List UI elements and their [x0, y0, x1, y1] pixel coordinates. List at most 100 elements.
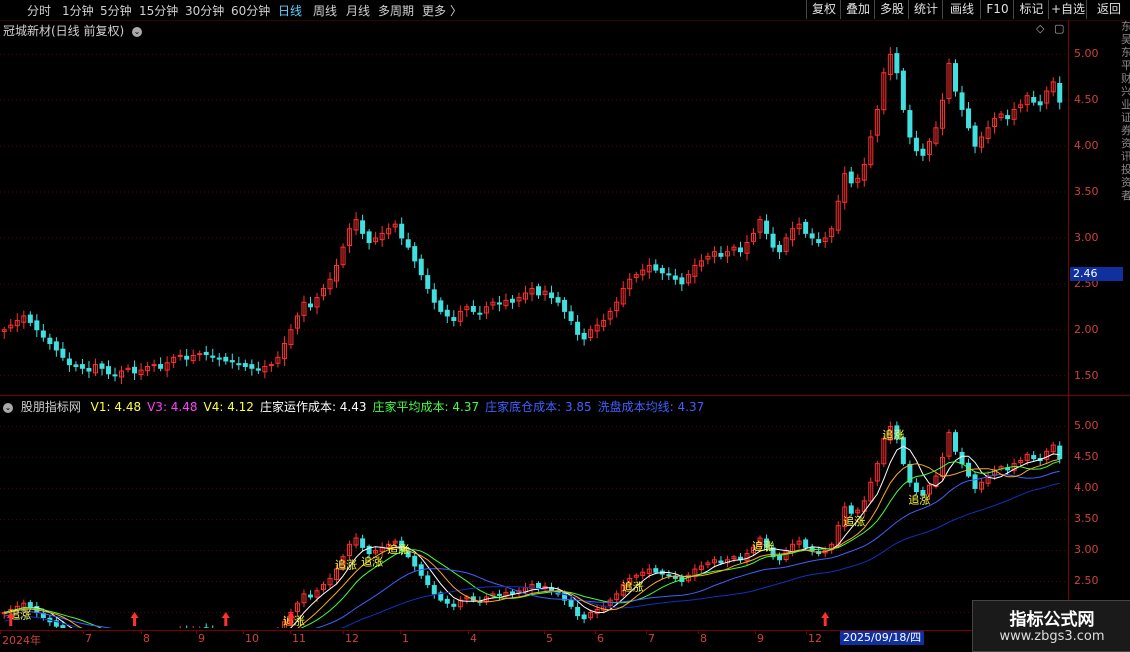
candle: [419, 254, 423, 280]
collapse-icon[interactable]: ⌄: [3, 403, 13, 413]
candle: [947, 59, 951, 104]
chevron-down-icon[interactable]: ⌄: [132, 27, 142, 37]
candle: [1045, 448, 1049, 463]
toolbar-button-5[interactable]: F10: [980, 0, 1014, 19]
period-tab-9[interactable]: 多周期: [378, 2, 414, 19]
period-tab-7[interactable]: 周线: [313, 2, 337, 19]
candle: [185, 625, 189, 628]
cursor-date-label: 2025/09/18/四: [840, 631, 924, 645]
candle: [87, 361, 91, 378]
candle: [172, 354, 176, 368]
diamond-icon[interactable]: ◇: [1036, 22, 1044, 35]
main-y-tick: 4.50: [1074, 93, 1099, 106]
candle: [673, 571, 677, 582]
watermark-title: 指标公式网: [973, 605, 1130, 630]
indicator-name[interactable]: 股朋指标网: [21, 400, 81, 414]
indicator-y-tick: 4.50: [1074, 450, 1099, 463]
period-tab-6[interactable]: 日线: [278, 2, 302, 19]
period-tab-2[interactable]: 5分钟: [100, 2, 132, 19]
period-tab-3[interactable]: 15分钟: [139, 2, 178, 19]
candle: [576, 603, 580, 620]
toolbar-button-2[interactable]: 多股: [874, 0, 909, 19]
candle: [797, 537, 801, 549]
candle: [550, 286, 554, 304]
date-tick-mark: [290, 630, 291, 634]
candle: [413, 242, 417, 268]
candle: [191, 626, 195, 628]
candle: [67, 352, 71, 372]
date-tick: 8: [143, 632, 150, 645]
period-tab-8[interactable]: 月线: [346, 2, 370, 19]
candle: [882, 68, 886, 115]
buy-signal-label: 追涨: [882, 427, 904, 441]
candle: [100, 361, 104, 376]
period-tab-5[interactable]: 60分钟: [231, 2, 270, 19]
main-y-tick: 2.00: [1074, 323, 1099, 336]
candle: [595, 318, 599, 338]
candlestick-chart[interactable]: [0, 36, 1068, 394]
side-strip-char: 兴: [1121, 85, 1130, 98]
buy-signal-label: 追涨: [335, 558, 357, 572]
legend-value-5: 庄家底仓成本: 3.85: [485, 400, 592, 414]
candle: [765, 214, 769, 239]
candle: [738, 553, 742, 563]
buy-signal-label: 追涨: [283, 613, 305, 627]
indicator-y-tick: 5.00: [1074, 419, 1099, 432]
side-info-strip[interactable]: 东吴东平财兴业证券资讯投资者: [1121, 20, 1130, 400]
candle: [1032, 91, 1036, 106]
toolbar-button-7[interactable]: +自选: [1048, 0, 1087, 19]
up-arrow-icon: [222, 612, 230, 626]
candle: [263, 360, 267, 378]
candle: [875, 461, 879, 486]
candle: [510, 295, 514, 309]
candle: [1045, 86, 1049, 109]
candle: [778, 241, 782, 259]
toolbar-button-3[interactable]: 统计: [908, 0, 943, 19]
candle: [185, 349, 189, 366]
toolbar-button-0[interactable]: 复权: [806, 0, 841, 19]
candle: [967, 102, 971, 131]
candle: [667, 267, 671, 280]
candle: [491, 298, 495, 310]
candle: [914, 131, 918, 156]
toolbar-button-1[interactable]: 叠加: [840, 0, 875, 19]
date-tick: 6: [597, 632, 604, 645]
period-tab-10[interactable]: 更多: [422, 2, 446, 19]
toolbar-button-8[interactable]: 返回: [1086, 0, 1130, 19]
candle: [914, 478, 918, 495]
candle: [178, 626, 182, 628]
candle: [608, 307, 612, 325]
candle: [22, 311, 26, 329]
period-tab-4[interactable]: 30分钟: [185, 2, 224, 19]
candle: [315, 293, 319, 314]
window-box-icon[interactable]: ▢: [1054, 22, 1064, 35]
candle: [204, 346, 208, 361]
date-tick-mark: [755, 630, 756, 634]
candle: [849, 502, 853, 516]
period-tab-0[interactable]: 分时: [27, 2, 51, 19]
indicator-chart[interactable]: 追涨追涨追涨追涨追涨追涨追涨追涨追涨追涨追涨追涨: [0, 414, 1068, 628]
candle: [484, 302, 488, 319]
candle: [380, 542, 384, 556]
more-arrow-icon[interactable]: 〉: [450, 2, 462, 19]
period-tab-1[interactable]: 1分钟: [62, 2, 94, 19]
side-strip-char: 资: [1121, 176, 1130, 189]
candle: [295, 312, 299, 334]
candle: [387, 223, 391, 239]
candle: [445, 596, 449, 608]
candle: [146, 362, 150, 376]
candle: [569, 596, 573, 609]
toolbar-button-6[interactable]: 标记: [1013, 0, 1049, 19]
candle: [80, 359, 84, 374]
candle: [1051, 77, 1055, 96]
indicator-y-tick: 3.50: [1074, 512, 1099, 525]
candle: [445, 305, 449, 323]
panel-divider: [0, 395, 1130, 396]
current-price-label: 2.46: [1070, 267, 1123, 281]
candle: [856, 174, 860, 188]
candle: [276, 627, 280, 628]
toolbar-button-4[interactable]: 画线: [942, 0, 981, 19]
main-chart-right-border: [1068, 20, 1069, 632]
candle: [582, 612, 586, 624]
candle: [374, 546, 378, 555]
